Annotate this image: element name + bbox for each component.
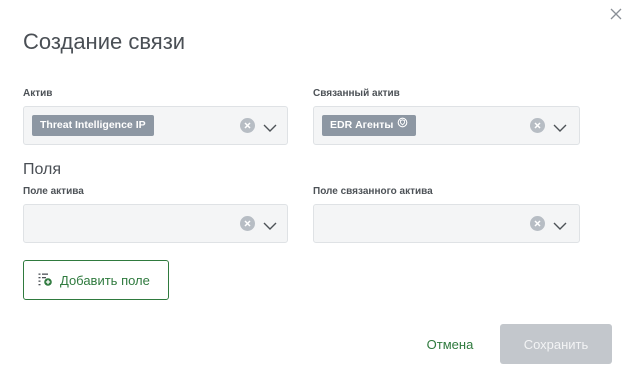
linked-asset-chip-label: EDR Агенты <box>330 119 394 131</box>
asset-label: Актив <box>23 88 53 99</box>
fields-section-title: Поля <box>23 161 62 178</box>
linked-asset-field-label: Поле связанного актива <box>313 186 433 197</box>
list-add-icon <box>38 272 52 289</box>
linked-asset-field-select[interactable] <box>313 204 580 243</box>
chevron-down-icon[interactable] <box>263 120 277 132</box>
linked-asset-label: Связанный актив <box>313 88 400 99</box>
chevron-down-icon[interactable] <box>553 218 567 230</box>
linked-asset-chip: EDR Агенты <box>322 115 417 136</box>
clear-icon[interactable] <box>240 118 255 133</box>
linked-asset-select[interactable]: EDR Агенты <box>313 106 580 145</box>
dialog-title: Создание связи <box>23 29 186 54</box>
asset-field-label: Поле актива <box>23 186 84 197</box>
add-field-button[interactable]: Добавить поле <box>23 260 169 300</box>
asset-chip: Threat Intelligence IP <box>32 115 154 136</box>
clear-icon[interactable] <box>530 118 545 133</box>
shield-icon <box>397 115 408 136</box>
create-link-dialog: Создание связи Актив Threat Intelligence… <box>0 0 633 384</box>
chevron-down-icon[interactable] <box>553 120 567 132</box>
cancel-button[interactable]: Отмена <box>418 324 482 364</box>
asset-field-select[interactable] <box>23 204 288 243</box>
clear-icon[interactable] <box>530 216 545 231</box>
save-button[interactable]: Сохранить <box>500 324 612 364</box>
clear-icon[interactable] <box>240 216 255 231</box>
add-field-label: Добавить поле <box>60 272 150 288</box>
asset-select[interactable]: Threat Intelligence IP <box>23 106 288 145</box>
chevron-down-icon[interactable] <box>263 218 277 230</box>
close-icon[interactable] <box>608 6 624 22</box>
asset-chip-label: Threat Intelligence IP <box>40 119 146 131</box>
